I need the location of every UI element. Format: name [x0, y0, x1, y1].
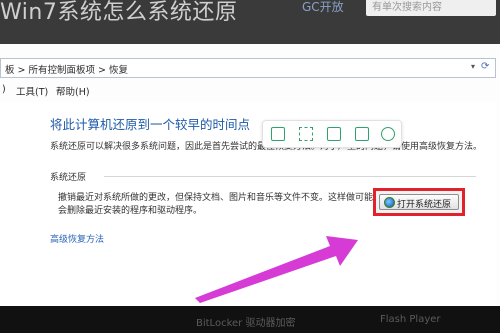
address-separator: >: [17, 65, 29, 76]
bottom-item-bitlocker: BitLocker 驱动器加密: [196, 318, 296, 329]
section-label-system-restore: 系统还原: [50, 173, 87, 183]
expand-icon[interactable]: [299, 127, 313, 141]
system-restore-icon: [384, 197, 395, 208]
advanced-recovery-link[interactable]: 高级恢复方法: [50, 232, 104, 245]
menu-bar: ) 工具(T) 帮助(H): [0, 84, 496, 98]
menu-item-view[interactable]: ): [2, 84, 6, 95]
menu-item-help[interactable]: 帮助(H): [56, 84, 90, 98]
floating-image-toolbar: [262, 120, 402, 148]
copy-icon[interactable]: [271, 127, 285, 141]
bottom-strip: BitLocker 驱动器加密 Flash Player: [0, 306, 500, 333]
control-panel-window: 板 > 所有控制面板项 > 恢复 ▾ ⟳ ) 工具(T) 帮助(H) 将此计算机…: [0, 44, 500, 306]
refresh-icon[interactable]: ⟳: [481, 61, 493, 75]
system-restore-info-2: 会删除最近安装的程序和驱动程序。: [58, 206, 203, 216]
search-input[interactable]: 有单次搜索内容: [366, 0, 496, 16]
open-system-restore-highlight: 打开系统还原: [373, 188, 465, 216]
recovery-content: 将此计算机还原到一个较早的时间点 系统还原可以解决很多系统问题，因此是首先尝试的…: [0, 102, 496, 306]
address-dropdown-icon[interactable]: ▾: [471, 62, 481, 74]
address-bar[interactable]: 板 > 所有控制面板项 > 恢复 ▾ ⟳: [0, 58, 496, 78]
save-icon[interactable]: [327, 127, 341, 141]
address-prefix: 板: [5, 65, 15, 76]
bottom-item-flash: Flash Player: [380, 314, 441, 325]
system-restore-info-1: 撤销最近对系统所做的更改，但保持文档、图片和音乐等文件不变。这样做可能: [58, 193, 374, 203]
page-header: Win7系统怎么系统还原 GC开放 有单次搜索内容: [0, 0, 500, 44]
share-icon[interactable]: [355, 127, 369, 141]
settings-icon[interactable]: [381, 127, 395, 141]
article-title: Win7系统怎么系统还原: [0, 0, 238, 25]
open-system-restore-button[interactable]: 打开系统还原: [379, 194, 459, 210]
search-placeholder: 有单次搜索内容: [372, 2, 442, 13]
page-title: 将此计算机还原到一个较早的时间点: [50, 117, 251, 132]
menu-item-tools[interactable]: 工具(T): [16, 84, 48, 98]
open-system-restore-label: 打开系统还原: [397, 200, 452, 210]
header-sub-label: GC开放: [302, 0, 344, 14]
address-path: 板 > 所有控制面板项 > 恢复: [5, 62, 128, 76]
address-current: 所有控制面板项 > 恢复: [28, 65, 129, 76]
section-divider: [104, 176, 476, 177]
